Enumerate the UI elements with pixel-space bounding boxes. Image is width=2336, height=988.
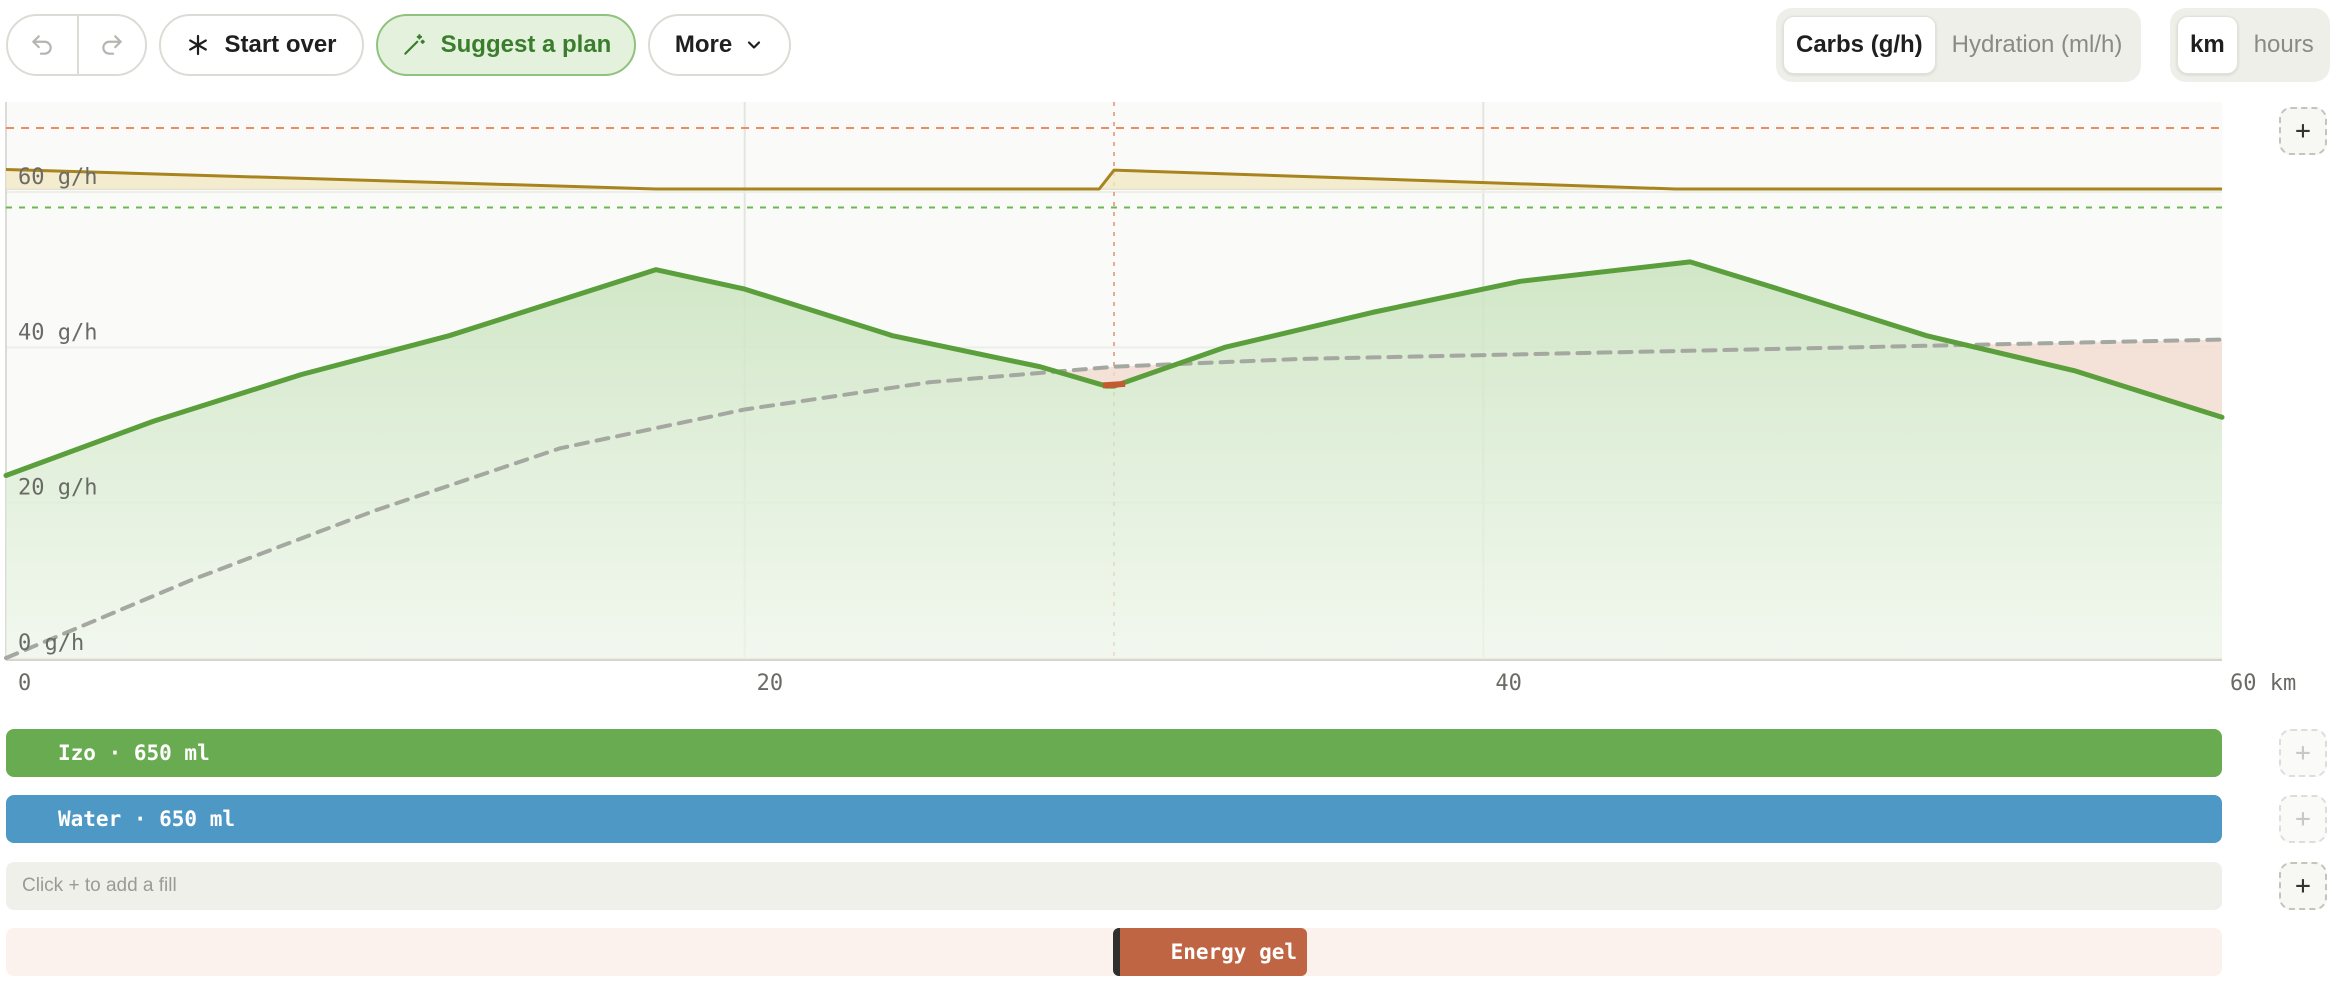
y-tick-label-60: 60 g/h bbox=[18, 165, 97, 190]
undo-redo-group bbox=[6, 14, 147, 76]
energy-gel-label: Energy gel bbox=[1170, 940, 1297, 964]
metric-toggle: Carbs (g/h) Hydration (ml/h) bbox=[1776, 8, 2141, 82]
redo-button[interactable] bbox=[76, 16, 146, 74]
unit-toggle: km hours bbox=[2170, 8, 2330, 82]
more-menu-button[interactable]: More bbox=[648, 14, 791, 76]
asterisk-icon bbox=[189, 34, 208, 56]
x-tick-label-40: 40 bbox=[1495, 671, 1522, 696]
add-fill-button[interactable]: + bbox=[2279, 862, 2327, 910]
undo-icon bbox=[32, 35, 52, 55]
add-gel-lane-button[interactable]: + bbox=[2279, 107, 2327, 155]
empty-fill-lane[interactable]: Click + to add a fill bbox=[6, 862, 2222, 910]
redo-icon bbox=[102, 35, 122, 55]
chevron-down-icon bbox=[748, 41, 761, 49]
x-tick-label-20: 20 bbox=[757, 671, 784, 696]
start-over-label: Start over bbox=[224, 31, 337, 58]
izo-plus-label: + bbox=[2295, 738, 2311, 768]
gel-lane: Energy gel bbox=[6, 928, 2222, 976]
metric-option-hydration[interactable]: Hydration (ml/h) bbox=[1940, 16, 2135, 74]
y-tick-label-20: 20 g/h bbox=[18, 476, 97, 501]
bottle-lane-izo[interactable]: Izo · 650 ml bbox=[6, 729, 2222, 777]
izo-bottle-label: Izo · 650 ml bbox=[58, 741, 210, 765]
unit-option-km[interactable]: km bbox=[2177, 16, 2238, 74]
more-label: More bbox=[674, 31, 733, 58]
y-tick-label-0: 0 g/h bbox=[18, 631, 84, 656]
bottle-lane-water[interactable]: Water · 650 ml bbox=[6, 795, 2222, 843]
unit-option-hours[interactable]: hours bbox=[2242, 16, 2326, 74]
add-fill-plus-label: + bbox=[2295, 871, 2311, 901]
suggest-plan-button[interactable]: Suggest a plan bbox=[376, 14, 636, 76]
add-fill-izo-button[interactable]: + bbox=[2279, 729, 2327, 777]
energy-gel-item[interactable]: Energy gel bbox=[1113, 928, 1307, 976]
carbs-chart[interactable]: 0 g/h 20 g/h 40 g/h 60 g/h 0 20 40 60 km bbox=[0, 98, 2336, 708]
y-tick-label-40: 40 g/h bbox=[18, 320, 97, 345]
start-over-button[interactable]: Start over bbox=[159, 14, 364, 76]
add-gel-plus-label: + bbox=[2295, 116, 2311, 146]
x-tick-label-0: 0 bbox=[18, 671, 31, 696]
undo-button[interactable] bbox=[8, 16, 77, 74]
water-plus-label: + bbox=[2295, 804, 2311, 834]
magic-wand-icon bbox=[403, 34, 425, 55]
suggest-plan-label: Suggest a plan bbox=[440, 31, 612, 58]
add-fill-water-button[interactable]: + bbox=[2279, 795, 2327, 843]
deficit-marker bbox=[1102, 380, 1126, 389]
water-bottle-label: Water · 650 ml bbox=[58, 807, 236, 831]
x-tick-label-60: 60 km bbox=[2230, 671, 2296, 696]
toolbar: Start over Suggest a plan More Carbs (g/… bbox=[0, 0, 2336, 90]
metric-option-carbs[interactable]: Carbs (g/h) bbox=[1783, 16, 1936, 74]
add-fill-hint: Click + to add a fill bbox=[22, 875, 177, 896]
